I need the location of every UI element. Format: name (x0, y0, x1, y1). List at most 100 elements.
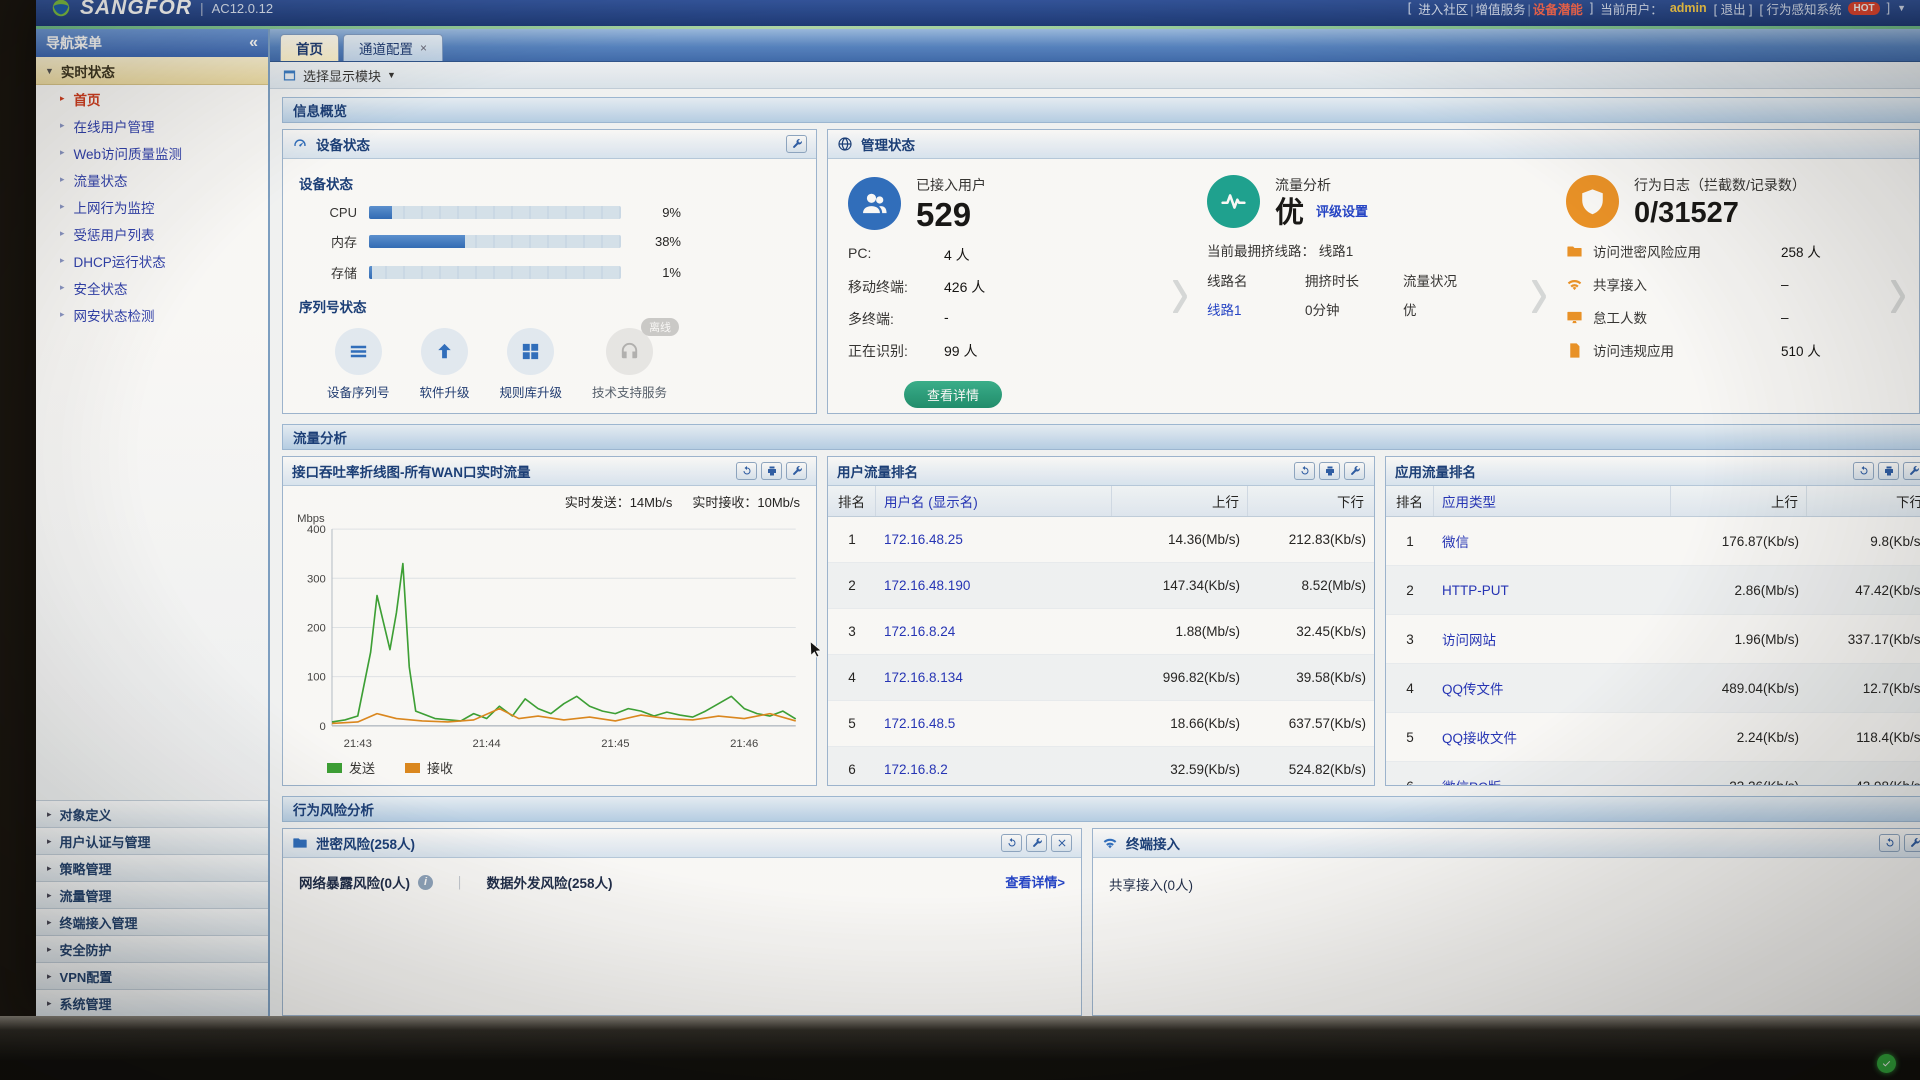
refresh-button[interactable] (1001, 834, 1022, 852)
sidebar-item-label: Web访问质量监测 (74, 143, 183, 163)
sidebar-item-4[interactable]: ▸流量状态 (36, 166, 268, 193)
tab-1[interactable]: 首页 (280, 34, 339, 61)
app-rank-name-link[interactable]: 微信 (1434, 531, 1671, 551)
user-rank-cell: 14.36(Mb/s) (1112, 532, 1248, 547)
wrench-button[interactable] (1344, 462, 1365, 480)
sidebar-item-6[interactable]: ▸受惩用户列表 (36, 220, 268, 247)
user-rank-name-link[interactable]: 172.16.8.2 (876, 762, 1112, 777)
wrench-button[interactable] (786, 462, 807, 480)
serial-button-2[interactable]: 软件升级 (420, 328, 470, 401)
app-rank-name-link[interactable]: QQ接收文件 (1434, 727, 1671, 747)
serial-button-4[interactable]: 离线技术支持服务 (592, 328, 667, 401)
wrench-button[interactable] (786, 135, 807, 153)
sidebar-section-6[interactable]: ▸ 安全防护 (36, 935, 268, 962)
line-link[interactable]: 线路1 (1207, 299, 1305, 319)
device-status-subtitle: 设备状态 (299, 173, 800, 193)
grade-settings-link[interactable]: 评级设置 (1316, 204, 1368, 219)
sidebar-section-5[interactable]: ▸终端接入管理 (36, 908, 268, 935)
legend-label: 接收 (427, 758, 453, 777)
app-rank-cell: 489.04(Kb/s) (1671, 681, 1807, 696)
user-rank-cell: 5 (828, 716, 876, 731)
user-rank-name-link[interactable]: 172.16.48.25 (876, 532, 1112, 547)
app-rank-name-link[interactable]: 微信PC版 (1434, 776, 1671, 785)
triangle-right-icon: ▸ (47, 998, 52, 1009)
triangle-right-icon: ▸ (60, 228, 65, 239)
tab-label: 通道配置 (359, 38, 413, 58)
behavior-system-link[interactable]: [ 行为感知系统 (1760, 0, 1842, 18)
serial-status-title: 序列号状态 (299, 296, 800, 316)
user-rank-name-link[interactable]: 172.16.8.134 (876, 670, 1112, 685)
view-details-button[interactable]: 查看详情 (904, 381, 1002, 408)
refresh-button[interactable] (1879, 834, 1900, 852)
triangle-right-icon: ▸ (47, 944, 52, 955)
refresh-button[interactable] (1294, 462, 1315, 480)
sidebar: 导航菜单 « ▼ 实时状态 ▸首页▸在线用户管理▸Web访问质量监测▸流量状态▸… (36, 29, 270, 1016)
view-details-link[interactable]: 查看详情> (1005, 872, 1065, 891)
sidebar-item-9[interactable]: ▸网安状态检测 (36, 301, 268, 328)
print-button[interactable] (1319, 462, 1340, 480)
logout-button[interactable]: [ 退出 ] (1714, 0, 1753, 18)
sidebar-section-label: 终端接入管理 (60, 913, 138, 932)
module-select-button[interactable]: 选择显示模块 (303, 66, 381, 85)
bar-label: 内存 (299, 232, 357, 251)
legend-label: 发送 (349, 758, 375, 777)
collapse-sidebar-icon[interactable]: « (249, 34, 258, 52)
user-rank-cell: 8.52(Mb/s) (1248, 578, 1374, 593)
current-user-label: 当前用户： (1600, 0, 1663, 18)
serial-button-3[interactable]: 规则库升级 (500, 328, 563, 401)
folder-icon (1566, 243, 1583, 260)
serial-button-1[interactable]: 设备序列号 (327, 328, 390, 401)
app-rank-name-link[interactable]: HTTP-PUT (1434, 583, 1671, 598)
sidebar-section-8[interactable]: ▸系统管理 (36, 989, 268, 1016)
topbar-link-3[interactable]: 设备潜能 (1533, 3, 1583, 17)
wrench-icon (1909, 837, 1920, 849)
app-rank-name-link[interactable]: QQ传文件 (1434, 678, 1671, 698)
sidebar-section-realtime[interactable]: ▼ 实时状态 (36, 57, 268, 85)
sidebar-item-2[interactable]: ▸在线用户管理 (36, 112, 268, 139)
triangle-right-icon: ▸ (60, 174, 65, 185)
sidebar-item-label: 在线用户管理 (74, 116, 155, 136)
refresh-button[interactable] (736, 462, 757, 480)
sidebar-item-3[interactable]: ▸Web访问质量监测 (36, 139, 268, 166)
user-rank-name-link[interactable]: 172.16.48.190 (876, 578, 1112, 593)
sidebar-section-label: 安全防护 (60, 940, 112, 959)
app-rank-name-link[interactable]: 访问网站 (1434, 629, 1671, 649)
app-rank-cell: 337.17(Kb/s) (1807, 632, 1920, 647)
sidebar-item-1[interactable]: ▸首页 (36, 85, 268, 112)
resource-bar-row: CPU9% (299, 205, 800, 220)
tab-close-icon[interactable]: × (420, 41, 427, 55)
realtime-send-label: 实时发送： (565, 495, 630, 510)
topbar-link-1[interactable]: 进入社区 (1418, 3, 1468, 17)
behavior-log-block: 行为日志（拦截数/记录数） 0/31527 访问泄密风险应用258 人共享接入–… (1556, 171, 1881, 407)
user-rank-name-link[interactable]: 172.16.8.24 (876, 624, 1112, 639)
wrench-button[interactable] (1026, 834, 1047, 852)
info-icon[interactable]: i (418, 875, 433, 890)
topbar-link-2[interactable]: 增值服务 (1476, 3, 1526, 17)
refresh-button[interactable] (1853, 462, 1874, 480)
terminal-access-panel: 终端接入 共享接入(0人) (1092, 828, 1920, 1016)
refresh-icon (741, 465, 753, 477)
sidebar-item-7[interactable]: ▸DHCP运行状态 (36, 247, 268, 274)
close-button[interactable] (1051, 834, 1072, 852)
app-rank-row-3: 3访问网站1.96(Mb/s)337.17(Kb/s) (1386, 615, 1920, 664)
chevron-down-icon[interactable]: ▼ (387, 70, 396, 80)
print-button[interactable] (761, 462, 782, 480)
wrench-icon (1031, 837, 1043, 849)
user-rank-name-link[interactable]: 172.16.48.5 (876, 716, 1112, 731)
user-rank-header-3: 上行 (1112, 486, 1248, 516)
sidebar-section-4[interactable]: ▸流量管理 (36, 881, 268, 908)
sidebar-section-7[interactable]: ▸VPN配置 (36, 962, 268, 989)
triangle-right-icon: ▸ (60, 201, 65, 212)
chevron-down-icon[interactable]: ▼ (1897, 3, 1906, 13)
brand-separator: | (200, 0, 204, 16)
traffic-analysis-block: 流量分析 优评级设置 当前最拥挤线路： 线路1 线路名拥挤时长流量状况 (1197, 171, 1522, 407)
tab-2[interactable]: 通道配置 × (343, 34, 443, 61)
wrench-button[interactable] (1904, 834, 1920, 852)
sidebar-section-2[interactable]: ▸用户认证与管理 (36, 827, 268, 854)
sidebar-section-3[interactable]: ▸策略管理 (36, 854, 268, 881)
leak-risk-panel: 泄密风险(258人) 网络暴露风险(0人) i ｜ 数据外发风险(258人) 查… (282, 828, 1082, 1016)
sidebar-item-8[interactable]: ▸安全状态 (36, 274, 268, 301)
sidebar-section-1[interactable]: ▸对象定义 (36, 800, 268, 827)
app-rank-cell: 43.98(Kb/s) (1807, 779, 1920, 786)
sidebar-item-5[interactable]: ▸上网行为监控 (36, 193, 268, 220)
